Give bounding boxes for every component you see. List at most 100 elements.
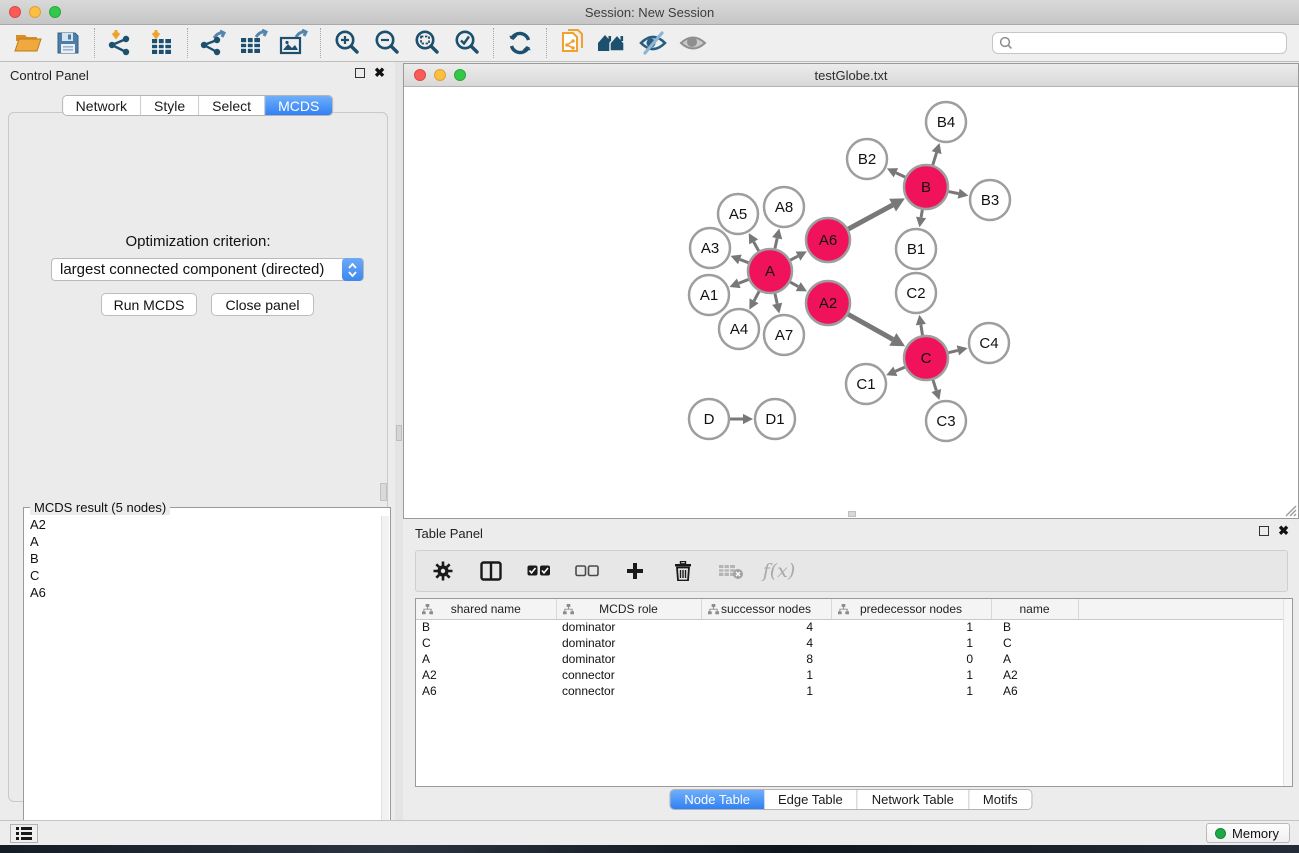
column-header-successor-nodes[interactable]: successor nodes — [701, 599, 831, 619]
tab-select[interactable]: Select — [199, 96, 265, 115]
network-close-button[interactable] — [414, 69, 426, 81]
graph-node-C4[interactable]: C4 — [969, 323, 1009, 363]
tab-node-table[interactable]: Node Table — [670, 790, 764, 809]
table-cell[interactable]: dominator — [556, 619, 701, 635]
table-row[interactable]: Bdominator41B — [416, 619, 1286, 635]
import-table-button[interactable] — [141, 27, 181, 59]
apply-layout-button[interactable] — [500, 27, 540, 59]
table-cell[interactable]: 1 — [831, 619, 991, 635]
graph-node-C3[interactable]: C3 — [926, 401, 966, 441]
table-cell[interactable]: 1 — [701, 683, 831, 699]
import-network-button[interactable] — [101, 27, 141, 59]
mcds-result-item[interactable]: A6 — [26, 584, 380, 601]
mcds-result-item[interactable]: A — [26, 533, 380, 550]
network-minimize-button[interactable] — [434, 69, 446, 81]
edge-A-A6[interactable] — [790, 256, 798, 260]
table-row[interactable]: Adominator80A — [416, 651, 1286, 667]
close-panel-icon[interactable]: ✖ — [374, 68, 385, 78]
mcds-result-item[interactable]: C — [26, 567, 380, 584]
table-cell[interactable]: 1 — [831, 667, 991, 683]
tab-edge-table[interactable]: Edge Table — [764, 790, 858, 809]
float-table-panel-icon[interactable] — [1259, 526, 1269, 536]
edge-B-B3[interactable] — [949, 192, 959, 194]
table-cell[interactable]: connector — [556, 683, 701, 699]
create-column-button[interactable] — [618, 554, 652, 588]
tab-style[interactable]: Style — [141, 96, 199, 115]
vertical-splitter[interactable] — [395, 62, 403, 820]
edge-A-A4[interactable] — [754, 291, 759, 300]
graph-node-A5[interactable]: A5 — [718, 194, 758, 234]
graph-node-B3[interactable]: B3 — [970, 180, 1010, 220]
table-cell[interactable]: A2 — [416, 667, 556, 683]
graph-node-A1[interactable]: A1 — [689, 275, 729, 315]
export-image-button[interactable] — [274, 27, 314, 59]
mcds-result-item[interactable]: A2 — [26, 516, 380, 533]
hide-selected-button[interactable] — [633, 27, 673, 59]
table-row[interactable]: A6connector11A6 — [416, 683, 1286, 699]
table-cell[interactable]: A6 — [991, 683, 1078, 699]
close-window-button[interactable] — [9, 6, 21, 18]
first-neighbors-button[interactable] — [593, 27, 633, 59]
table-scrollbar[interactable] — [1283, 599, 1292, 786]
table-cell[interactable]: B — [991, 619, 1078, 635]
float-panel-icon[interactable] — [355, 68, 365, 78]
table-cell[interactable]: B — [416, 619, 556, 635]
open-file-button[interactable] — [8, 27, 48, 59]
show-all-button[interactable] — [673, 27, 713, 59]
graph-node-B4[interactable]: B4 — [926, 102, 966, 142]
column-header-MCDS-role[interactable]: MCDS role — [556, 599, 701, 619]
graph-node-A8[interactable]: A8 — [764, 187, 804, 227]
edge-A6-B[interactable] — [848, 205, 892, 229]
table-settings-button[interactable] — [426, 554, 460, 588]
splitter-handle[interactable] — [396, 425, 402, 441]
network-zoom-button[interactable] — [454, 69, 466, 81]
show-columns-button[interactable] — [474, 554, 508, 588]
control-panel-scrollbar-thumb[interactable] — [380, 483, 387, 501]
tab-network-table[interactable]: Network Table — [858, 790, 969, 809]
graph-node-B2[interactable]: B2 — [847, 139, 887, 179]
graph-node-A3[interactable]: A3 — [690, 228, 730, 268]
node-table-body[interactable]: Bdominator41BCdominator41CAdominator80AA… — [416, 619, 1286, 699]
graph-node-A7[interactable]: A7 — [764, 315, 804, 355]
export-table-button[interactable] — [234, 27, 274, 59]
table-cell[interactable]: 8 — [701, 651, 831, 667]
edge-B-B1[interactable] — [921, 210, 922, 218]
zoom-selected-button[interactable] — [447, 27, 487, 59]
edge-A-A7[interactable] — [775, 293, 777, 303]
graph-node-C[interactable]: C — [904, 336, 948, 380]
edge-A-A2[interactable] — [790, 282, 798, 286]
tab-network[interactable]: Network — [63, 96, 141, 115]
edge-A-A5[interactable] — [754, 242, 759, 251]
table-cell[interactable]: dominator — [556, 635, 701, 651]
export-network-button[interactable] — [194, 27, 234, 59]
tab-mcds[interactable]: MCDS — [265, 96, 332, 115]
table-cell[interactable]: 0 — [831, 651, 991, 667]
memory-button[interactable]: Memory — [1206, 823, 1290, 843]
table-cell[interactable]: 4 — [701, 635, 831, 651]
node-table-header[interactable]: shared nameMCDS rolesuccessor nodesprede… — [416, 599, 1286, 619]
table-cell[interactable]: connector — [556, 667, 701, 683]
delete-column-button[interactable] — [666, 554, 700, 588]
graph-node-A4[interactable]: A4 — [719, 309, 759, 349]
table-cell[interactable]: A2 — [991, 667, 1078, 683]
edge-C-C4[interactable] — [948, 350, 957, 352]
zoom-out-button[interactable] — [367, 27, 407, 59]
edge-A-A1[interactable] — [739, 279, 749, 283]
edge-B-B4[interactable] — [933, 153, 937, 165]
table-cell[interactable]: 1 — [831, 683, 991, 699]
table-cell[interactable]: dominator — [556, 651, 701, 667]
table-cell[interactable]: C — [416, 635, 556, 651]
table-row[interactable]: Cdominator41C — [416, 635, 1286, 651]
column-header-predecessor-nodes[interactable]: predecessor nodes — [831, 599, 991, 619]
criterion-dropdown[interactable]: largest connected component (directed) — [51, 258, 364, 281]
close-panel-button[interactable]: Close panel — [211, 293, 314, 316]
graph-node-D1[interactable]: D1 — [755, 399, 795, 439]
graph-node-D[interactable]: D — [689, 399, 729, 439]
run-mcds-button[interactable]: Run MCDS — [101, 293, 197, 316]
table-cell[interactable]: 1 — [701, 667, 831, 683]
column-header-name[interactable]: name — [991, 599, 1078, 619]
table-cell[interactable]: A6 — [416, 683, 556, 699]
new-network-from-selection-button[interactable] — [553, 27, 593, 59]
task-history-button[interactable] — [10, 824, 38, 843]
mcds-result-list[interactable]: A2ABCA6 — [26, 516, 380, 848]
